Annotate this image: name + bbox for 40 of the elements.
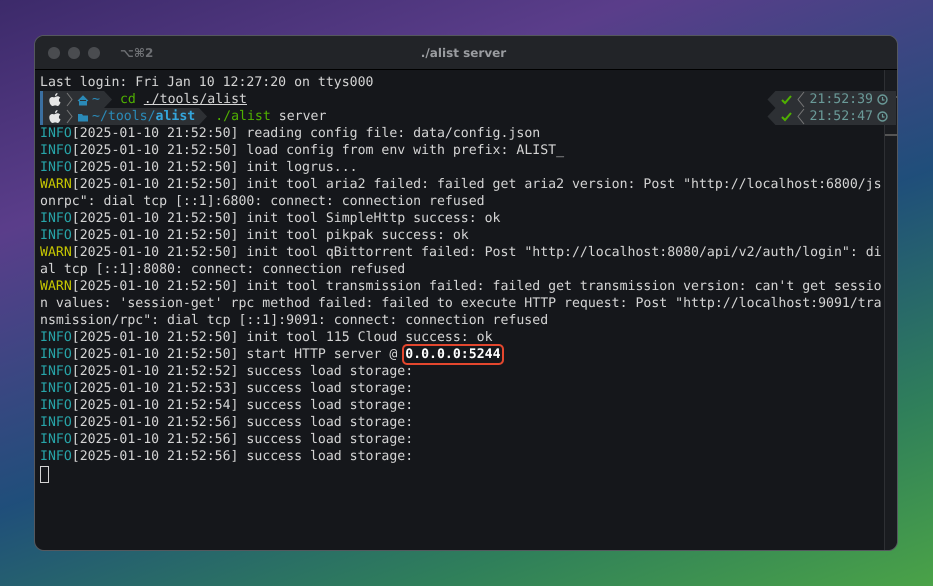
log-line: INFO[2025-01-10 21:52:50] init logrus... [40, 159, 359, 176]
log-line: INFO[2025-01-10 21:52:53] success load storage: [40, 380, 414, 397]
log-line: INFO[2025-01-10 21:52:50] reading config file: data/config.json [40, 125, 542, 142]
log-line: INFO[2025-01-10 21:52:52] success load storage: [40, 363, 414, 380]
log-line: WARN[2025-01-10 21:52:50] init tool transmission failed: failed get transmission version: can't get session values: 'session-get' rpc method failed: failed to execute HTTP request: Post "http://localhost:9091/transmission/rpc": dial tcp [::1]:9091: connect: connection refused [40, 278, 882, 329]
command-text: ./alist [215, 108, 271, 125]
directory-path: ~ [92, 91, 100, 108]
log-line: INFO[2025-01-10 21:52:50] load config from env with prefix: ALIST_ [40, 142, 566, 159]
clock-icon [877, 111, 888, 122]
apple-logo-icon [47, 109, 63, 124]
prompt-time: 21:52:39 [809, 91, 873, 108]
log-line: INFO[2025-01-10 21:52:56] success load storage: [40, 431, 414, 448]
command-argument: server [278, 108, 326, 125]
chevron-separator-icon [66, 92, 74, 107]
log-line: INFO[2025-01-10 21:52:50] init tool 115 Cloud success: ok [40, 329, 494, 346]
log-line: INFO[2025-01-10 21:52:50] start HTTP server @ 0.0.0.0:5244 [40, 346, 882, 363]
prompt-time: 21:52:47 [809, 108, 873, 125]
house-icon [77, 94, 89, 106]
chevron-separator-icon [796, 91, 806, 108]
directory-path: ~/tools/alist [92, 108, 196, 125]
log-line: INFO[2025-01-10 21:52:56] success load storage: [40, 448, 414, 465]
log-line: INFO[2025-01-10 21:52:54] success load storage: [40, 397, 414, 414]
login-message: Last login: Fri Jan 10 12:27:20 on ttys000 [40, 74, 374, 91]
close-button[interactable] [48, 46, 60, 58]
log-line: INFO[2025-01-10 21:52:56] success load storage: [40, 414, 414, 431]
chevron-separator-icon [796, 108, 806, 125]
clock-icon [877, 94, 888, 105]
text-cursor [40, 466, 49, 483]
minimize-button[interactable] [68, 46, 80, 58]
tab-shortcut: ⌥⌘2 [120, 46, 154, 60]
zoom-button[interactable] [88, 46, 100, 58]
log-line: WARN[2025-01-10 21:52:50] init tool aria2 failed: failed get aria2 version: Post "http://localhost:6800/jsonrpc": dial tcp [::1]:6800: connect: connection refused [40, 176, 882, 210]
log-line: WARN[2025-01-10 21:52:50] init tool qBittorrent failed: Post "http://localhost:8080/api/v2/auth/login": dial tcp [::1]:8080: connect: connection refused [40, 244, 882, 278]
command-argument: ./tools/alist [144, 91, 247, 108]
chevron-separator-icon [66, 109, 74, 124]
window-title: ./alist server [420, 46, 508, 60]
log-line: INFO[2025-01-10 21:52:50] init tool pikpak success: ok [40, 227, 470, 244]
log-line: INFO[2025-01-10 21:52:50] init tool SimpleHttp success: ok [40, 210, 502, 227]
command-text: cd [120, 91, 136, 108]
apple-logo-icon [47, 92, 63, 107]
